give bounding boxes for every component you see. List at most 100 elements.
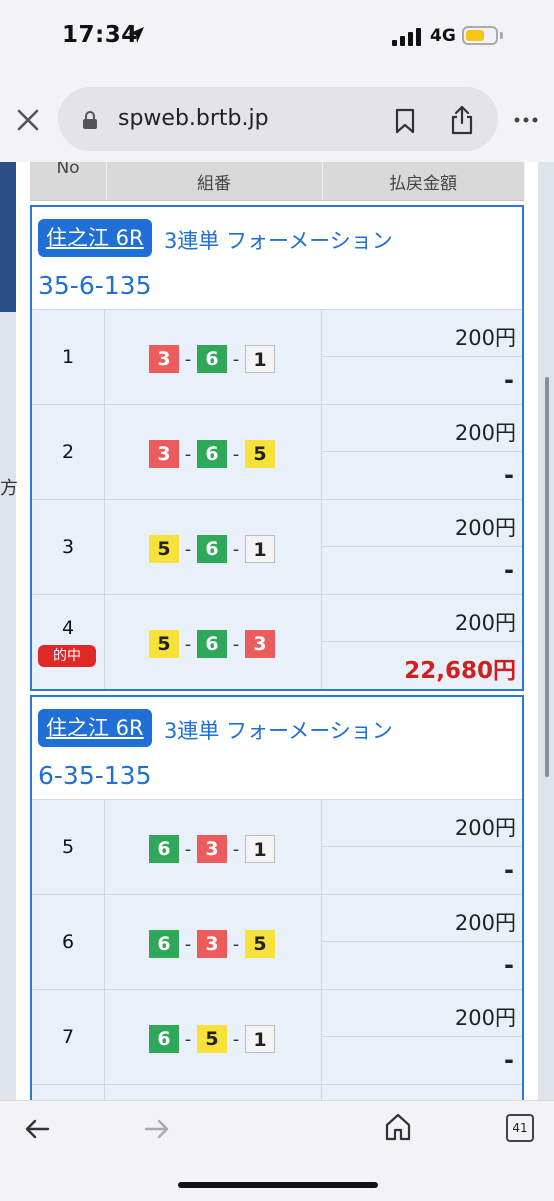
table-row: 4 的中 5-6-3 200円 22,680円 xyxy=(32,594,522,689)
bet-block-header: 住之江 6R 3連単 フォーメーション 6-35-135 xyxy=(32,697,522,799)
separator-dash: - xyxy=(184,933,192,955)
payout-amount: - xyxy=(504,366,514,394)
combination-cell: 5-6-1 xyxy=(105,500,322,594)
payout-amount: - xyxy=(504,556,514,584)
combination-cell: 6-3-1 xyxy=(105,800,322,894)
left-blue-band xyxy=(0,162,16,312)
combination-cell: 3-6-5 xyxy=(105,405,322,499)
stake-amount: 200円 xyxy=(454,326,516,350)
stake-amount: 200円 xyxy=(454,1006,516,1030)
scrollbar[interactable] xyxy=(545,377,549,777)
boat-number-box: 5 xyxy=(149,630,179,658)
share-icon[interactable] xyxy=(450,105,474,135)
boat-number-box: 3 xyxy=(245,630,275,658)
separator-dash: - xyxy=(232,1028,240,1050)
bookmark-icon[interactable] xyxy=(394,108,416,134)
stake-amount: 200円 xyxy=(454,911,516,935)
table-row: 6 6-3-5 200円 - xyxy=(32,894,522,989)
more-icon[interactable] xyxy=(514,116,538,124)
row-number: 3 xyxy=(61,536,75,558)
boat-number-box: 6 xyxy=(197,535,227,563)
boat-number-box: 1 xyxy=(245,835,275,863)
row-number-cell: 6 xyxy=(32,895,105,989)
race-link[interactable]: 住之江 6R xyxy=(38,709,152,747)
stake-amount: 200円 xyxy=(454,516,516,540)
separator-dash: - xyxy=(232,633,240,655)
boat-number-box: 3 xyxy=(197,835,227,863)
row-number-cell: 2 xyxy=(32,405,105,499)
boat-number-box: 6 xyxy=(197,440,227,468)
separator-dash: - xyxy=(184,1028,192,1050)
left-page-edge: 方 xyxy=(0,162,18,1100)
bet-block-header: 住之江 6R 3連単 フォーメーション 35-6-135 xyxy=(32,207,522,309)
tab-switcher-button[interactable]: 41 xyxy=(506,1114,534,1142)
row-number: 5 xyxy=(61,836,75,858)
bet-type-label: 3連単 フォーメーション xyxy=(164,719,393,743)
table-row: 5 6-3-1 200円 - xyxy=(32,799,522,894)
stake-amount: 200円 xyxy=(454,421,516,445)
boat-number-box: 5 xyxy=(245,440,275,468)
forward-arrow-icon[interactable] xyxy=(144,1118,170,1140)
battery-tip xyxy=(500,32,503,39)
bet-table: No 組番 払戻金額 住之江 6R 3連単 フォーメーション 35-6-135 1 3-… xyxy=(30,162,525,1100)
combination-cell: 3-6-1 xyxy=(105,310,322,404)
row-number-cell: 4 的中 xyxy=(32,595,105,689)
separator-dash: - xyxy=(232,838,240,860)
stake-amount: 200円 xyxy=(454,816,516,840)
cellular-signal-icon xyxy=(392,28,421,46)
payout-cell: 200円 - xyxy=(322,895,522,989)
table-row: 1 3-6-1 200円 - xyxy=(32,309,522,404)
boat-number-box: 3 xyxy=(197,930,227,958)
table-row: 3 5-6-1 200円 - xyxy=(32,499,522,594)
header-no: No xyxy=(30,162,107,200)
boat-number-box: 1 xyxy=(245,1025,275,1053)
boat-number-box: 5 xyxy=(245,930,275,958)
boat-number-box: 6 xyxy=(197,345,227,373)
payout-cell: 200円 - xyxy=(322,405,522,499)
boat-number-box: 6 xyxy=(149,1025,179,1053)
payout-amount: - xyxy=(504,1046,514,1074)
page-content: 方 No 組番 払戻金額 住之江 6R 3連単 フォーメーション 35-6-135 1… xyxy=(0,162,554,1100)
close-icon[interactable] xyxy=(16,108,40,132)
payout-cell: 200円 - xyxy=(322,990,522,1084)
row-number-cell: 5 xyxy=(32,800,105,894)
separator-dash: - xyxy=(232,933,240,955)
payout-cell: 200円 - xyxy=(322,310,522,404)
boat-number-box: 1 xyxy=(245,535,275,563)
payout-amount: - xyxy=(504,856,514,884)
table-row: 7 6-5-1 200円 - xyxy=(32,989,522,1084)
header-combination: 組番 xyxy=(106,162,323,200)
payout-amount: 22,680円 xyxy=(404,658,516,684)
boat-number-box: 6 xyxy=(149,835,179,863)
boat-number-box: 6 xyxy=(197,630,227,658)
lock-icon xyxy=(83,111,97,129)
race-link[interactable]: 住之江 6R xyxy=(38,219,152,257)
bet-block: 住之江 6R 3連単 フォーメーション 6-35-135 5 6-3-1 200円 -6 6-… xyxy=(30,695,524,1100)
location-arrow-icon xyxy=(128,27,144,43)
bet-blocks: 住之江 6R 3連単 フォーメーション 35-6-135 1 3-6-1 200円 -2 3-… xyxy=(30,205,524,1100)
stake-amount: 200円 xyxy=(454,611,516,635)
row-number: 6 xyxy=(61,931,75,953)
row-number: 2 xyxy=(61,441,75,463)
combination-cell xyxy=(105,1085,322,1100)
payout-cell: 200円 xyxy=(322,1085,522,1100)
hit-badge: 的中 xyxy=(38,645,96,667)
header-payout: 払戻金額 xyxy=(322,162,525,200)
home-icon[interactable] xyxy=(384,1112,412,1142)
formation-label: 35-6-135 xyxy=(38,271,152,300)
back-arrow-icon[interactable] xyxy=(24,1118,50,1140)
bet-block: 住之江 6R 3連単 フォーメーション 35-6-135 1 3-6-1 200円 -2 3-… xyxy=(30,205,524,691)
boat-number-box: 1 xyxy=(245,345,275,373)
url-text[interactable]: spweb.brtb.jp xyxy=(118,106,269,131)
separator-dash: - xyxy=(232,443,240,465)
boat-number-box: 5 xyxy=(149,535,179,563)
row-number-cell xyxy=(32,1085,105,1100)
table-row: 2 3-6-5 200円 - xyxy=(32,404,522,499)
row-number: 4 xyxy=(61,617,75,639)
battery-icon xyxy=(462,26,498,45)
network-type: 4G xyxy=(430,26,456,46)
table-row: 200円 xyxy=(32,1084,522,1100)
payout-cell: 200円 - xyxy=(322,500,522,594)
home-indicator xyxy=(178,1182,378,1188)
boat-number-box: 3 xyxy=(149,440,179,468)
